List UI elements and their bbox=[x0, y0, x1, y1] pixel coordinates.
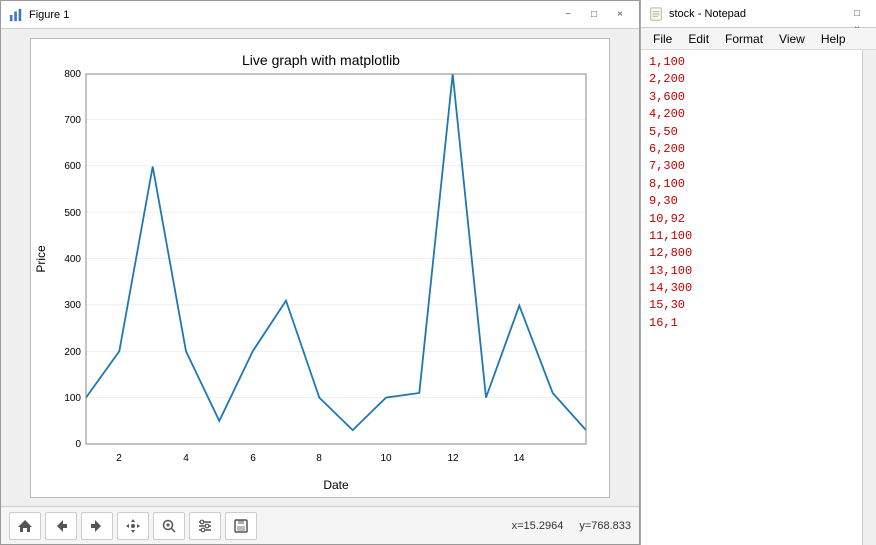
status-x: x=15.2964 bbox=[512, 520, 564, 532]
configure-icon bbox=[197, 518, 213, 534]
notepad-line-16: 16,1 bbox=[649, 316, 678, 330]
home-icon bbox=[17, 518, 33, 534]
chart-svg: Live graph with matplotlib Price Date bbox=[31, 39, 611, 499]
close-button[interactable]: × bbox=[609, 7, 631, 23]
svg-text:600: 600 bbox=[64, 161, 81, 172]
notepad-line-15: 15,30 bbox=[649, 298, 685, 312]
zoom-icon bbox=[161, 518, 177, 534]
notepad-titlebar: stock - Notepad − □ × bbox=[641, 0, 876, 28]
svg-text:10: 10 bbox=[380, 453, 392, 464]
notepad-line-1: 1,100 bbox=[649, 55, 685, 69]
notepad-menubar: File Edit Format View Help bbox=[641, 28, 876, 50]
menu-view[interactable]: View bbox=[771, 30, 813, 48]
svg-text:0: 0 bbox=[75, 439, 81, 450]
menu-format[interactable]: Format bbox=[717, 30, 771, 48]
save-icon bbox=[233, 518, 249, 534]
notepad-title: stock - Notepad bbox=[669, 8, 846, 20]
notepad-line-7: 7,300 bbox=[649, 159, 685, 173]
notepad-content[interactable]: 1,100 2,200 3,600 4,200 5,50 6,200 7,300… bbox=[641, 50, 862, 545]
figure-window: Figure 1 − □ × Live graph with matplotli… bbox=[0, 0, 640, 545]
notepad-content-wrapper: 1,100 2,200 3,600 4,200 5,50 6,200 7,300… bbox=[641, 50, 876, 545]
minimize-button[interactable]: − bbox=[557, 7, 579, 23]
notepad-line-5: 5,50 bbox=[649, 125, 678, 139]
back-icon bbox=[53, 518, 69, 534]
notepad-line-2: 2,200 bbox=[649, 72, 685, 86]
svg-text:200: 200 bbox=[64, 347, 81, 358]
menu-edit[interactable]: Edit bbox=[680, 30, 717, 48]
back-button[interactable] bbox=[45, 512, 77, 540]
notepad-line-8: 8,100 bbox=[649, 177, 685, 191]
svg-text:6: 6 bbox=[250, 453, 256, 464]
figure-win-buttons: − □ × bbox=[557, 7, 631, 23]
figure-title: Figure 1 bbox=[29, 9, 557, 21]
np-maximize-button[interactable]: □ bbox=[846, 6, 868, 22]
svg-text:800: 800 bbox=[64, 69, 81, 80]
notepad-line-9: 9,30 bbox=[649, 194, 678, 208]
svg-text:4: 4 bbox=[183, 453, 189, 464]
notepad-line-10: 10,92 bbox=[649, 212, 685, 226]
notepad-line-6: 6,200 bbox=[649, 142, 685, 156]
menu-file[interactable]: File bbox=[645, 30, 680, 48]
configure-button[interactable] bbox=[189, 512, 221, 540]
save-button[interactable] bbox=[225, 512, 257, 540]
notepad-line-12: 12,800 bbox=[649, 246, 692, 260]
figure-toolbar: x=15.2964 y=768.833 bbox=[1, 506, 639, 544]
notepad-line-14: 14,300 bbox=[649, 281, 692, 295]
x-axis-label: Date bbox=[323, 478, 349, 492]
figure-status: x=15.2964 y=768.833 bbox=[512, 520, 631, 532]
figure-icon bbox=[9, 8, 23, 22]
figure-canvas-area: Live graph with matplotlib Price Date bbox=[1, 29, 639, 506]
y-axis-label: Price bbox=[34, 245, 48, 273]
chart-title: Live graph with matplotlib bbox=[242, 52, 400, 68]
notepad-line-11: 11,100 bbox=[649, 229, 692, 243]
svg-text:12: 12 bbox=[447, 453, 459, 464]
svg-text:2: 2 bbox=[116, 453, 122, 464]
notepad-window: stock - Notepad − □ × File Edit Format V… bbox=[640, 0, 876, 545]
pan-button[interactable] bbox=[117, 512, 149, 540]
zoom-button[interactable] bbox=[153, 512, 185, 540]
figure-titlebar: Figure 1 − □ × bbox=[1, 1, 639, 29]
svg-text:700: 700 bbox=[64, 115, 81, 126]
pan-icon bbox=[125, 518, 141, 534]
notepad-scrollbar[interactable] bbox=[862, 50, 876, 545]
svg-text:500: 500 bbox=[64, 208, 81, 219]
chart-container: Live graph with matplotlib Price Date bbox=[30, 38, 610, 498]
forward-button[interactable] bbox=[81, 512, 113, 540]
svg-text:14: 14 bbox=[513, 453, 525, 464]
notepad-line-13: 13,100 bbox=[649, 264, 692, 278]
menu-help[interactable]: Help bbox=[813, 30, 854, 48]
maximize-button[interactable]: □ bbox=[583, 7, 605, 23]
notepad-icon bbox=[649, 7, 663, 21]
notepad-line-3: 3,600 bbox=[649, 90, 685, 104]
status-y: y=768.833 bbox=[579, 520, 631, 532]
svg-text:400: 400 bbox=[64, 254, 81, 265]
forward-icon bbox=[89, 518, 105, 534]
svg-text:300: 300 bbox=[64, 300, 81, 311]
svg-text:100: 100 bbox=[64, 393, 81, 404]
svg-text:8: 8 bbox=[316, 453, 322, 464]
home-button[interactable] bbox=[9, 512, 41, 540]
notepad-line-4: 4,200 bbox=[649, 107, 685, 121]
